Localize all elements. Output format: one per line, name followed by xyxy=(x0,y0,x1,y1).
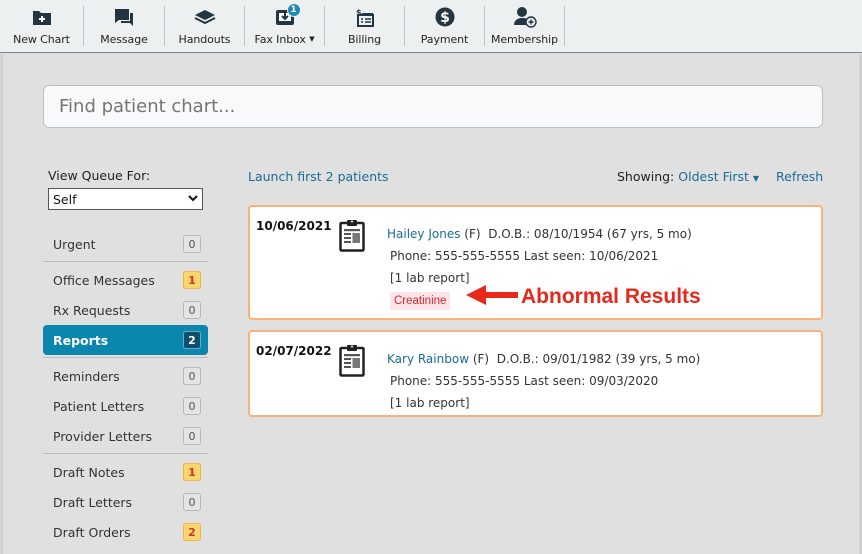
queue-item-label: Urgent xyxy=(53,236,96,252)
view-queue-value: Self xyxy=(53,191,77,207)
patient-dob: D.O.B.: 09/01/1982 (39 yrs, 5 mo) xyxy=(496,352,701,366)
queue-item-reminders[interactable]: Reminders 0 xyxy=(43,361,208,391)
view-queue-select[interactable]: Self xyxy=(48,188,203,210)
patient-sex: (F) xyxy=(472,352,490,366)
queue-item-urgent[interactable]: Urgent 0 xyxy=(43,229,208,259)
patient-sex: (F) xyxy=(464,227,481,241)
count-badge: 2 xyxy=(183,331,201,349)
patient-contact: Phone: 555-555-5555 Last seen: 09/03/202… xyxy=(390,374,659,388)
patient-contact: Phone: 555-555-5555 Last seen: 10/06/202… xyxy=(390,249,659,263)
count-badge: 0 xyxy=(183,493,201,511)
queue-item-patient-letters[interactable]: Patient Letters 0 xyxy=(43,391,208,421)
count-badge: 2 xyxy=(183,523,201,541)
queue-item-rx-requests[interactable]: Rx Requests 0 xyxy=(43,295,208,325)
abnormal-result-tag[interactable]: Creatinine xyxy=(390,292,451,310)
clipboard-report-icon xyxy=(339,344,365,381)
queue-item-draft-letters[interactable]: Draft Letters 0 xyxy=(43,487,208,517)
patient-card[interactable]: 02/07/2022 Kary Rainbow (F) D.O.B.: 09/0… xyxy=(248,330,823,417)
chat-bubbles-icon xyxy=(114,6,134,28)
left-edge xyxy=(0,54,3,554)
dollar-circle-icon: $ xyxy=(435,6,455,28)
count-badge: 0 xyxy=(183,235,201,253)
queue-item-label: Provider Letters xyxy=(53,428,153,444)
showing-label: Showing: xyxy=(617,169,675,184)
report-date: 10/06/2021 xyxy=(256,219,332,233)
patient-info: Kary Rainbow (F) D.O.B.: 09/01/1982 (39 … xyxy=(387,348,700,414)
abnormal-results-annotation: Abnormal Results xyxy=(465,284,701,310)
queue-item-draft-notes[interactable]: Draft Notes 1 xyxy=(43,457,208,487)
queue-divider xyxy=(43,261,208,262)
queue-item-label: Office Messages xyxy=(53,272,155,288)
toolbar-divider xyxy=(564,6,565,46)
payment-button[interactable]: $ Payment xyxy=(405,0,484,50)
queue-item-label: Reports xyxy=(53,332,109,348)
queue-divider xyxy=(43,453,208,454)
fax-inbox-label: Fax Inbox xyxy=(254,33,306,46)
handouts-button[interactable]: Handouts xyxy=(165,0,244,50)
queue-item-label: Reminders xyxy=(53,368,120,384)
patient-name-link[interactable]: Hailey Jones xyxy=(387,227,460,241)
sort-order-dropdown[interactable]: Oldest First ▼ xyxy=(678,169,759,184)
view-queue-label: View Queue For: xyxy=(48,168,151,183)
billing-list-icon: $ xyxy=(356,6,374,28)
caret-down-icon: ▼ xyxy=(309,35,315,43)
sort-control: Showing: Oldest First ▼ xyxy=(617,169,759,184)
new-chart-button[interactable]: New Chart xyxy=(0,0,83,50)
find-patient-chart-input[interactable] xyxy=(43,85,823,128)
count-badge: 0 xyxy=(183,427,201,445)
count-badge: 0 xyxy=(183,397,201,415)
count-badge: 0 xyxy=(183,367,201,385)
queue-item-label: Draft Letters xyxy=(53,494,133,510)
message-button[interactable]: Message xyxy=(84,0,164,50)
queue-list: Urgent 0 Office Messages 1 Rx Requests 0… xyxy=(43,229,208,547)
folder-plus-icon xyxy=(32,6,52,28)
queue-item-label: Draft Orders xyxy=(53,524,131,540)
queue-item-label: Rx Requests xyxy=(53,302,131,318)
annotation-text: Abnormal Results xyxy=(521,285,701,308)
queue-item-office-messages[interactable]: Office Messages 1 xyxy=(43,265,208,295)
svg-text:$: $ xyxy=(440,10,450,26)
queue-item-reports[interactable]: Reports 2 xyxy=(43,325,208,355)
billing-button[interactable]: $ Billing xyxy=(325,0,404,50)
fax-inbox-button[interactable]: 1 Fax Inbox ▼ xyxy=(245,0,324,50)
fax-count-badge: 1 xyxy=(286,3,301,17)
sort-order-value: Oldest First xyxy=(678,169,749,184)
clipboard-report-icon xyxy=(339,219,365,256)
queue-item-label: Draft Notes xyxy=(53,464,125,480)
membership-button[interactable]: Membership xyxy=(485,0,564,50)
user-plus-icon xyxy=(513,6,537,28)
count-badge: 0 xyxy=(183,301,201,319)
queue-item-draft-orders[interactable]: Draft Orders 2 xyxy=(43,517,208,547)
patient-dob: D.O.B.: 08/10/1954 (67 yrs, 5 mo) xyxy=(488,227,692,241)
queue-item-label: Patient Letters xyxy=(53,398,145,414)
count-badge: 1 xyxy=(183,463,201,481)
caret-down-icon: ▼ xyxy=(752,174,760,183)
main-toolbar: New Chart Message Handouts 1 Fax Inbox ▼… xyxy=(0,0,862,53)
report-count: [1 lab report] xyxy=(390,396,470,410)
refresh-link[interactable]: Refresh xyxy=(776,169,823,184)
queue-divider xyxy=(43,357,208,358)
chevron-down-icon xyxy=(188,194,198,205)
launch-patients-link[interactable]: Launch first 2 patients xyxy=(248,169,389,184)
red-arrow-left-icon xyxy=(465,284,519,310)
book-icon xyxy=(194,6,216,28)
count-badge: 1 xyxy=(183,271,201,289)
report-date: 02/07/2022 xyxy=(256,344,332,358)
patient-name-link[interactable]: Kary Rainbow xyxy=(387,352,469,366)
queue-item-provider-letters[interactable]: Provider Letters 0 xyxy=(43,421,208,451)
